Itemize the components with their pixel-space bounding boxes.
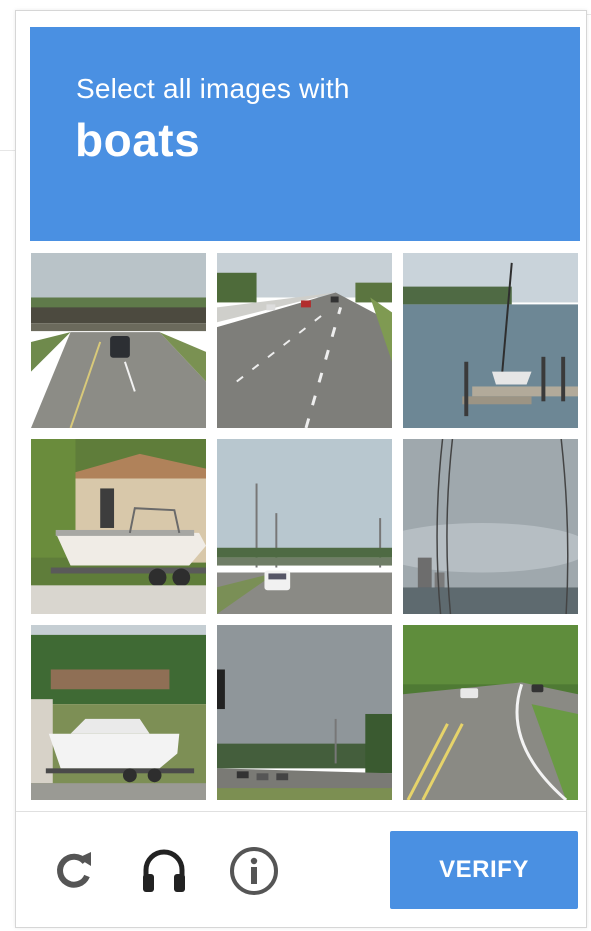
page-background [0, 0, 591, 10]
challenge-target: boats [75, 114, 201, 166]
sky-city-wires-image [403, 439, 578, 614]
image-grid [30, 252, 579, 801]
road-cloudy-image [217, 625, 392, 800]
reload-button[interactable] [46, 843, 102, 899]
tile-3-1[interactable] [30, 624, 207, 801]
audio-button[interactable] [136, 843, 192, 899]
boat-trailer-house-image [31, 439, 206, 614]
tile-3-3[interactable] [402, 624, 579, 801]
tile-1-1[interactable] [30, 252, 207, 429]
reload-icon [57, 852, 91, 888]
tile-2-2[interactable] [216, 438, 393, 615]
boat-trailer-trees-image [31, 625, 206, 800]
tile-1-2[interactable] [216, 252, 393, 429]
headphones-icon [143, 849, 185, 892]
challenge-instruction: Select all images with [76, 73, 350, 104]
tile-2-3[interactable] [402, 438, 579, 615]
page-divider [0, 150, 16, 151]
sailboat-dock-image [403, 253, 578, 428]
curved-road-image [403, 625, 578, 800]
info-button[interactable] [226, 843, 282, 899]
highway-overpass-van-image [217, 439, 392, 614]
verify-button[interactable]: VERIFY [390, 831, 578, 909]
info-icon [230, 847, 278, 895]
tile-3-2[interactable] [216, 624, 393, 801]
challenge-header: Select all images with boats [30, 27, 580, 241]
tile-1-3[interactable] [402, 252, 579, 429]
footer-divider [16, 811, 586, 812]
captcha-widget: Select all images with boats VERIFY [15, 10, 587, 928]
tile-2-1[interactable] [30, 438, 207, 615]
highway-overpass-image [31, 253, 206, 428]
highway-traffic-image [217, 253, 392, 428]
